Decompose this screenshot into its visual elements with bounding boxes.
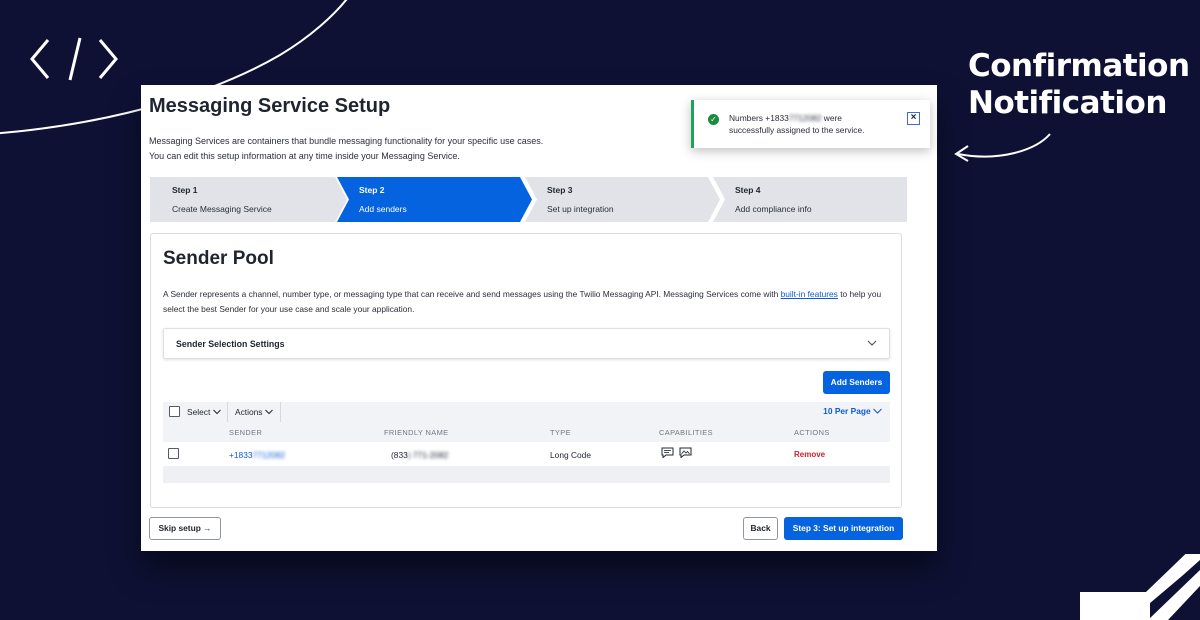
desc-before: A Sender represents a channel, number ty… <box>163 289 781 299</box>
page-intro: Messaging Services are containers that b… <box>149 134 543 164</box>
skip-setup-button[interactable]: Skip setup → <box>149 517 221 540</box>
select-all-checkbox[interactable] <box>169 406 180 417</box>
sms-icon <box>661 447 674 458</box>
step-3-number: Step 3 <box>547 185 573 195</box>
sender-pool-description: A Sender represents a channel, number ty… <box>163 287 891 317</box>
add-senders-button[interactable]: Add Senders <box>823 371 890 394</box>
check-circle-icon: ✓ <box>708 114 719 125</box>
back-button[interactable]: Back <box>743 517 778 540</box>
code-brackets-icon <box>30 37 118 81</box>
column-actions: ACTIONS <box>794 428 830 437</box>
step-2-number: Step 2 <box>359 185 385 195</box>
friendly-name: (833) 771-2082 <box>391 450 448 460</box>
friendly-prefix: (833 <box>391 450 408 460</box>
step-3-label: Set up integration <box>547 204 614 214</box>
mms-icon <box>679 447 692 458</box>
page-title: Messaging Service Setup <box>149 95 391 117</box>
chevron-down-icon <box>212 409 221 415</box>
actions-label: Actions <box>235 407 263 417</box>
table-row: +18337712082 (833) 771-2082 Long Code Re… <box>163 442 890 466</box>
sender-type: Long Code <box>550 450 591 460</box>
step-4-shape <box>713 177 907 222</box>
select-dropdown[interactable]: Select <box>187 407 221 417</box>
toast-message: Numbers +18337712082 were successfully a… <box>729 112 894 136</box>
close-icon[interactable]: × <box>907 112 920 125</box>
sender-blurred: 7712082 <box>252 450 286 460</box>
sender-pool-title: Sender Pool <box>163 248 274 269</box>
sender-pool-card: Sender Pool A Sender represents a channe… <box>150 233 902 508</box>
toolbar-divider <box>227 402 228 422</box>
step-3[interactable]: Step 3 Set up integration <box>525 177 720 222</box>
setup-window: Messaging Service Setup Messaging Servic… <box>141 85 937 551</box>
decorative-white-shape <box>1080 554 1200 620</box>
skip-label: Skip setup <box>158 523 201 533</box>
column-friendly-name: FRIENDLY NAME <box>384 428 449 437</box>
remove-link[interactable]: Remove <box>794 450 825 459</box>
table-footer <box>163 466 890 483</box>
row-checkbox[interactable] <box>168 448 179 459</box>
step-4-number: Step 4 <box>735 185 761 195</box>
toast-text-line2a: successfully assigned t <box>729 125 815 135</box>
curved-arrow-icon <box>954 133 1051 162</box>
accordion-label: Sender Selection Settings <box>176 339 285 349</box>
chevron-down-icon <box>264 409 273 415</box>
column-type: TYPE <box>550 428 571 437</box>
arrow-right-icon: → <box>203 523 212 533</box>
sender-number-link[interactable]: +18337712082 <box>229 450 285 460</box>
step-2-shape <box>337 177 532 222</box>
per-page-label: 10 Per Page <box>823 406 871 416</box>
friendly-blurred: ) 771-2082 <box>407 450 449 460</box>
column-sender: SENDER <box>229 428 263 437</box>
select-label: Select <box>187 407 211 417</box>
table-toolbar: Select Actions 10 Per Page <box>163 402 890 422</box>
step-2-label: Add senders <box>359 204 407 214</box>
toast-text-line2b: o the service. <box>814 125 865 135</box>
built-in-features-link[interactable]: built-in features <box>781 289 838 299</box>
step-1[interactable]: Step 1 Create Messaging Service <box>150 177 347 222</box>
step-2[interactable]: Step 2 Add senders <box>337 177 532 222</box>
sender-selection-settings-accordion[interactable]: Sender Selection Settings <box>163 328 890 359</box>
next-step-button[interactable]: Step 3: Set up integration <box>784 517 903 540</box>
chevron-down-icon <box>873 408 882 414</box>
setup-stepper: Step 1 Create Messaging Service Step 2 A… <box>150 177 907 222</box>
step-4[interactable]: Step 4 Add compliance info <box>713 177 907 222</box>
per-page-dropdown[interactable]: 10 Per Page <box>823 406 882 416</box>
toast-blurred-number: 7712082 <box>788 113 822 123</box>
step-1-label: Create Messaging Service <box>172 204 272 214</box>
column-capabilities: CAPABILITIES <box>659 428 713 437</box>
confirmation-toast: ✓ Numbers +18337712082 were successfully… <box>691 100 930 148</box>
intro-line-1: Messaging Services are containers that b… <box>149 136 544 146</box>
chevron-down-icon <box>867 340 877 346</box>
toolbar-divider <box>280 402 281 422</box>
actions-dropdown[interactable]: Actions <box>235 407 273 417</box>
step-1-shape <box>150 177 347 222</box>
callout-line-2: Notification <box>968 85 1167 121</box>
callout-line-1: Confirmation <box>968 48 1190 84</box>
table-header: SENDER FRIENDLY NAME TYPE CAPABILITIES A… <box>163 422 890 442</box>
sender-prefix: +1833 <box>229 450 253 460</box>
callout-heading: Confirmation Notification <box>968 48 1190 122</box>
intro-line-2: You can edit this setup information at a… <box>149 151 460 161</box>
step-1-number: Step 1 <box>172 185 198 195</box>
toast-text-prefix: Numbers +1833 <box>729 113 789 123</box>
step-3-shape <box>525 177 720 222</box>
step-4-label: Add compliance info <box>735 204 812 214</box>
toast-text-mid: were <box>821 113 842 123</box>
